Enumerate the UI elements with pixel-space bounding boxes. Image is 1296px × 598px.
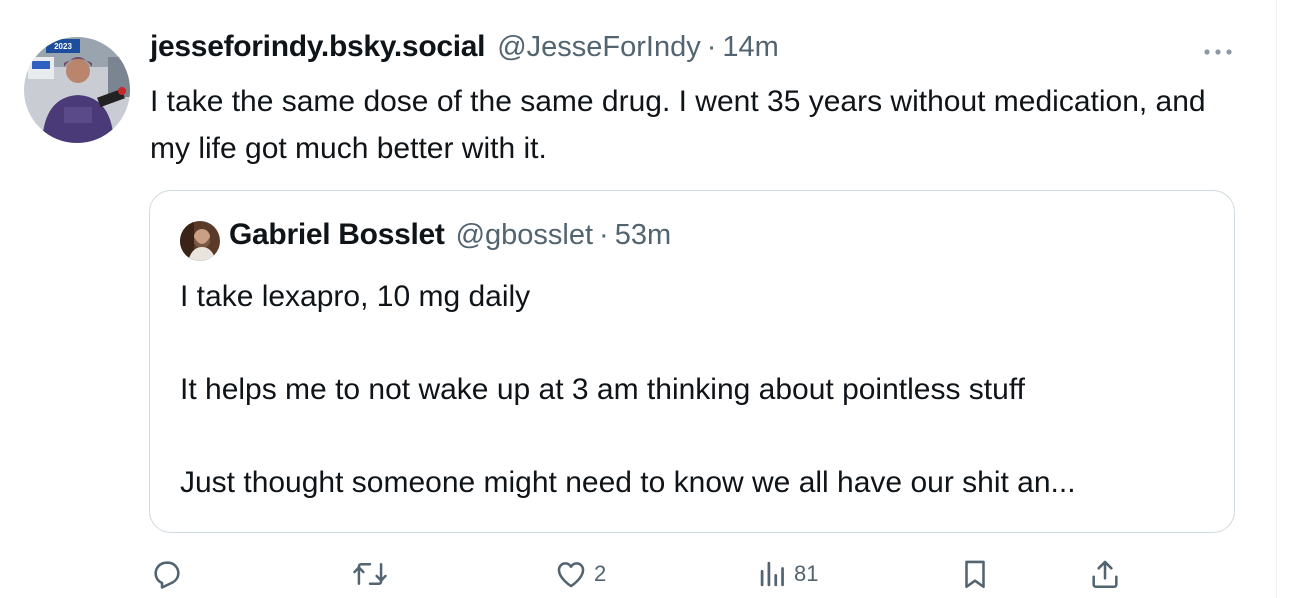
retweet-button[interactable]	[352, 552, 394, 596]
views-button[interactable]: 81	[758, 552, 818, 596]
like-icon	[557, 562, 585, 588]
author-avatar-image: 2023	[24, 37, 130, 143]
quoted-text-line-2: It helps me to not wake up at 3 am think…	[180, 373, 1025, 406]
quoted-post-card[interactable]: Gabriel Bosslet @gbosslet · 53m I take l…	[149, 190, 1235, 533]
post-text: I take the same dose of the same drug. I…	[150, 85, 1206, 165]
share-icon	[1092, 560, 1118, 589]
retweet-icon	[353, 563, 387, 585]
quoted-post-header: Gabriel Bosslet @gbosslet · 53m	[229, 218, 671, 252]
like-count: 2	[594, 561, 607, 586]
more-icon	[1204, 49, 1232, 55]
quoted-text-line-3: Just thought someone might need to know …	[180, 466, 1076, 499]
bookmark-button[interactable]	[958, 552, 992, 596]
quoted-author-handle[interactable]: @gbosslet	[456, 219, 593, 252]
quoted-author-display-name[interactable]: Gabriel Bosslet	[229, 218, 445, 252]
separator-dot: ·	[706, 31, 717, 63]
post-action-bar: 2 81	[0, 552, 1296, 596]
reply-button[interactable]	[150, 552, 190, 596]
author-handle[interactable]: @JesseForIndy	[497, 31, 701, 64]
like-button[interactable]: 2	[554, 552, 606, 596]
quoted-author-avatar-image	[180, 221, 220, 261]
post-timestamp[interactable]: 14m	[722, 31, 778, 64]
quoted-author-avatar[interactable]	[180, 221, 220, 261]
quoted-post-timestamp[interactable]: 53m	[615, 219, 671, 252]
quoted-separator-dot: ·	[599, 219, 609, 251]
column-divider	[1276, 0, 1277, 598]
author-display-name[interactable]: jesseforindy.bsky.social	[150, 30, 485, 64]
avatar-sign-text: 2023	[54, 42, 72, 51]
reply-icon	[154, 561, 180, 589]
author-avatar[interactable]: 2023	[24, 37, 130, 143]
views-icon	[760, 561, 784, 587]
share-button[interactable]	[1088, 552, 1122, 596]
more-options-button[interactable]	[1200, 38, 1236, 66]
views-count: 81	[794, 561, 819, 586]
post-header: jesseforindy.bsky.social @JesseForIndy ·…	[150, 30, 779, 74]
bookmark-icon	[965, 560, 985, 589]
quoted-text-line-1: I take lexapro, 10 mg daily	[180, 280, 531, 313]
